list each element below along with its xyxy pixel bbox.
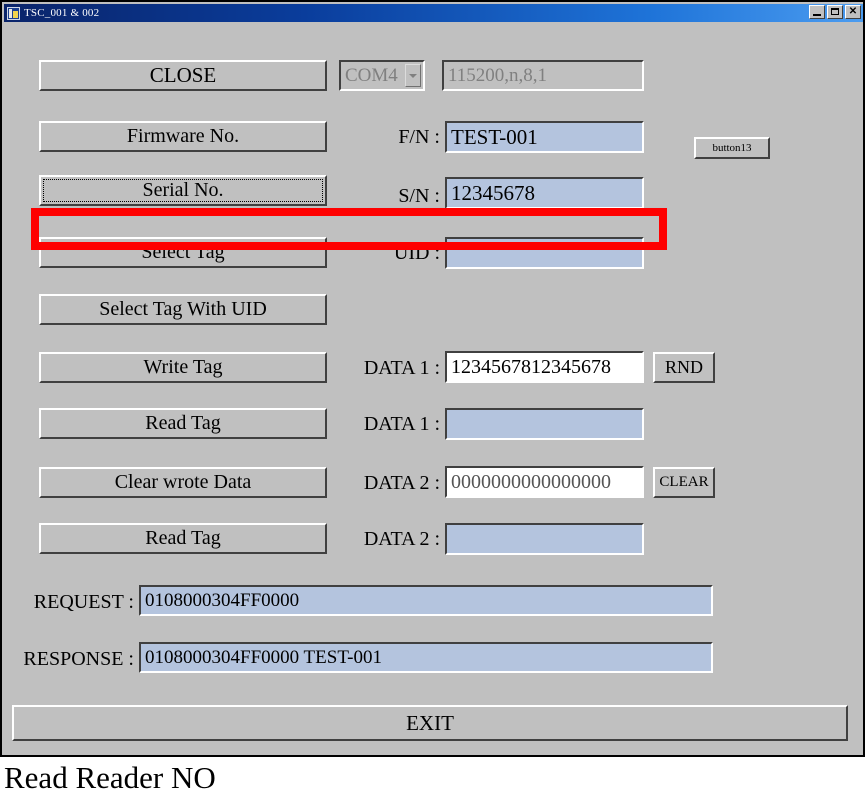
firmware-no-value: TEST-001 — [451, 124, 538, 149]
read-data1-field — [445, 408, 644, 440]
read-tag-data1-button[interactable]: Read Tag — [39, 408, 327, 439]
chevron-down-icon[interactable] — [405, 64, 421, 87]
read-data2-label: DATA 2 : — [363, 527, 440, 550]
response-value: 0108000304FF0000 TEST-001 — [145, 646, 383, 668]
write-data2-label: DATA 2 : — [363, 471, 440, 494]
clear-wrote-data-button[interactable]: Clear wrote Data — [39, 467, 327, 498]
request-label: REQUEST : — [33, 590, 134, 613]
window-title: TSC_001 & 002 — [24, 7, 100, 19]
clear-wrote-data-button-label: Clear wrote Data — [114, 471, 252, 493]
serial-settings-value: 115200,n,8,1 — [448, 64, 548, 86]
client-area: CLOSE COM4 115200,n,8,1 Firmware No. F/N… — [4, 22, 863, 755]
serial-no-value: 12345678 — [451, 180, 535, 205]
select-tag-with-uid-button[interactable]: Select Tag With UID — [39, 294, 327, 325]
close-button[interactable]: ✕ — [845, 5, 861, 19]
uid-field — [445, 237, 644, 269]
maximize-button[interactable] — [827, 5, 843, 19]
write-data2-input[interactable]: 0000000000000000 — [445, 466, 644, 498]
serial-no-button[interactable]: Serial No. — [39, 175, 327, 206]
read-tag-data1-button-label: Read Tag — [145, 412, 221, 434]
uid-label: UID : — [393, 241, 440, 264]
app-icon — [7, 6, 20, 20]
close-port-button[interactable]: CLOSE — [39, 60, 327, 91]
com-port-value: COM4 — [345, 64, 398, 86]
figure-caption: Read Reader NO — [4, 760, 216, 795]
com-port-select[interactable]: COM4 — [339, 60, 425, 91]
request-field: 0108000304FF0000 — [139, 585, 713, 616]
response-label: RESPONSE : — [23, 647, 134, 670]
write-tag-button-label: Write Tag — [143, 356, 223, 378]
close-icon: ✕ — [848, 6, 858, 17]
application-window: TSC_001 & 002 ✕ CLOSE COM4 115200,n,8,1 — [0, 0, 865, 757]
select-tag-button-label: Select Tag — [141, 241, 225, 263]
write-data2-value: 0000000000000000 — [451, 470, 611, 493]
window-controls: ✕ — [809, 5, 861, 19]
read-data2-field — [445, 523, 644, 555]
minimize-button[interactable] — [809, 5, 825, 19]
serial-no-button-label: Serial No. — [142, 179, 224, 201]
button13-label: button13 — [712, 142, 752, 154]
maximize-icon — [831, 8, 839, 15]
firmware-no-field: TEST-001 — [445, 121, 644, 153]
clear-button-label: CLEAR — [659, 474, 709, 490]
response-field: 0108000304FF0000 TEST-001 — [139, 642, 713, 673]
serial-settings-field: 115200,n,8,1 — [442, 60, 644, 91]
clear-button[interactable]: CLEAR — [653, 467, 715, 498]
select-tag-with-uid-button-label: Select Tag With UID — [99, 298, 267, 320]
read-data1-label: DATA 1 : — [363, 412, 440, 435]
serial-no-label: S/N : — [398, 184, 440, 207]
title-bar[interactable]: TSC_001 & 002 ✕ — [4, 4, 863, 22]
select-tag-button[interactable]: Select Tag — [39, 237, 327, 268]
exit-button[interactable]: EXIT — [12, 705, 848, 741]
button13[interactable]: button13 — [694, 137, 770, 159]
rnd-button[interactable]: RND — [653, 352, 715, 383]
rnd-button-label: RND — [664, 357, 703, 377]
read-tag-data2-button[interactable]: Read Tag — [39, 523, 327, 554]
minimize-icon — [813, 14, 821, 16]
write-data1-label: DATA 1 : — [363, 356, 440, 379]
write-data1-value: 1234567812345678 — [451, 355, 611, 378]
write-tag-button[interactable]: Write Tag — [39, 352, 327, 383]
serial-no-field: 12345678 — [445, 177, 644, 209]
firmware-no-label: F/N : — [398, 125, 440, 148]
exit-button-label: EXIT — [406, 710, 454, 735]
close-port-button-label: CLOSE — [149, 63, 217, 87]
request-value: 0108000304FF0000 — [145, 589, 300, 611]
read-tag-data2-button-label: Read Tag — [145, 527, 221, 549]
write-data1-input[interactable]: 1234567812345678 — [445, 351, 644, 383]
firmware-no-button[interactable]: Firmware No. — [39, 121, 327, 152]
firmware-no-button-label: Firmware No. — [126, 125, 240, 147]
